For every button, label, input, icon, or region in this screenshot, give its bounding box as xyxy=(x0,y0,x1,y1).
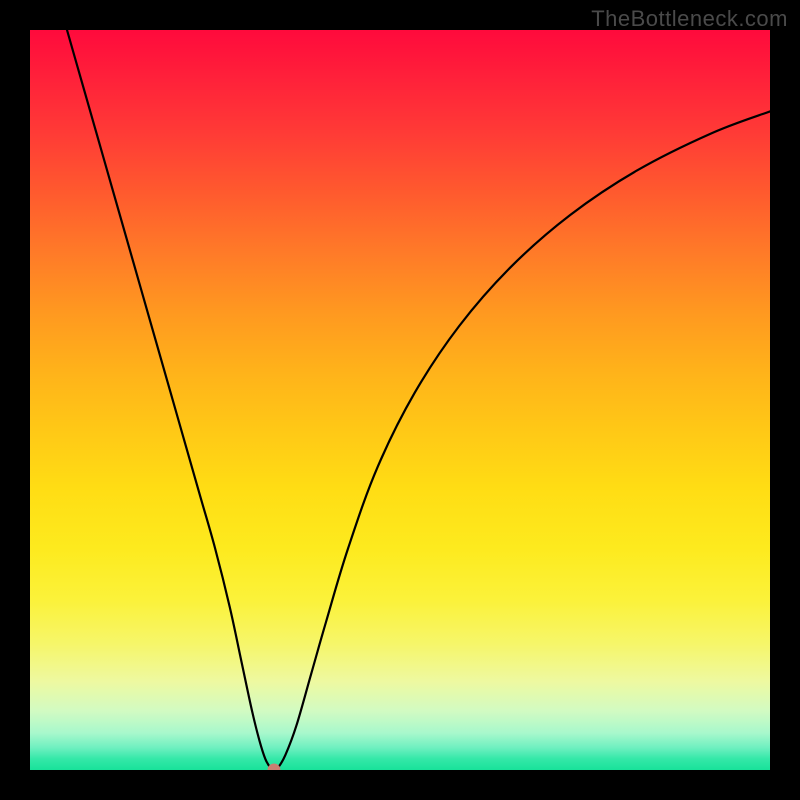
bottleneck-curve xyxy=(30,30,770,770)
minimum-marker-icon xyxy=(268,764,281,771)
plot-area xyxy=(30,30,770,770)
curve-path xyxy=(67,30,770,770)
watermark-text: TheBottleneck.com xyxy=(591,6,788,32)
